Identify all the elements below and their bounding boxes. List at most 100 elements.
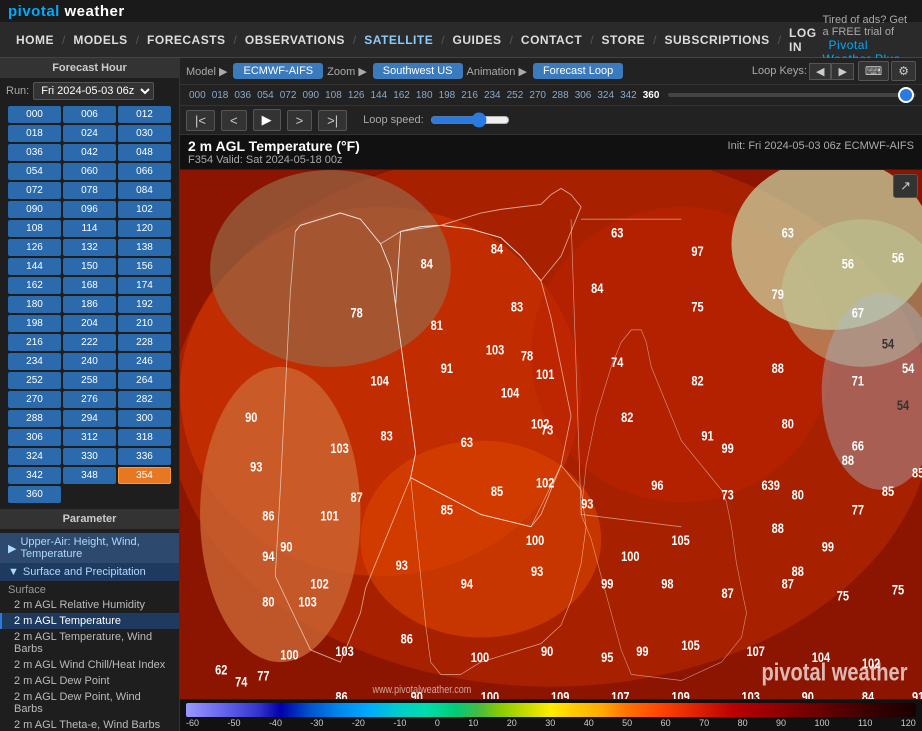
- hour-btn-246[interactable]: 246: [118, 353, 171, 370]
- hour-btn-090[interactable]: 090: [8, 201, 61, 218]
- nav-observations[interactable]: OBSERVATIONS: [239, 33, 351, 47]
- surface-precip-header[interactable]: ▼ Surface and Precipitation: [0, 563, 179, 581]
- anim-prev[interactable]: <: [221, 110, 247, 131]
- loop-key-next[interactable]: ▶: [831, 63, 853, 80]
- timeline-num-018[interactable]: 018: [209, 90, 232, 101]
- hour-btn-186[interactable]: 186: [63, 296, 116, 313]
- hour-btn-240[interactable]: 240: [63, 353, 116, 370]
- hour-btn-132[interactable]: 132: [63, 239, 116, 256]
- hour-btn-252[interactable]: 252: [8, 372, 61, 389]
- anim-next[interactable]: >: [287, 110, 313, 131]
- hour-btn-216[interactable]: 216: [8, 334, 61, 351]
- timeline-num-036[interactable]: 036: [231, 90, 254, 101]
- nav-contact[interactable]: CONTACT: [515, 33, 588, 47]
- timeline-num-234[interactable]: 234: [481, 90, 504, 101]
- param-dew-point[interactable]: 2 m AGL Dew Point: [0, 673, 179, 689]
- hour-btn-360[interactable]: 360: [8, 486, 61, 503]
- param-wind-chill[interactable]: 2 m AGL Wind Chill/Heat Index: [0, 657, 179, 673]
- loop-key-prev[interactable]: ◀: [809, 63, 831, 80]
- timeline-num-360[interactable]: 360: [640, 90, 663, 101]
- anim-play[interactable]: ▶: [253, 109, 281, 131]
- hour-btn-324[interactable]: 324: [8, 448, 61, 465]
- timeline-num-126[interactable]: 126: [345, 90, 368, 101]
- hour-btn-018[interactable]: 018: [8, 125, 61, 142]
- hour-btn-306[interactable]: 306: [8, 429, 61, 446]
- hour-btn-174[interactable]: 174: [118, 277, 171, 294]
- hour-btn-114[interactable]: 114: [63, 220, 116, 237]
- hour-btn-348[interactable]: 348: [63, 467, 116, 484]
- hour-btn-024[interactable]: 024: [63, 125, 116, 142]
- hour-btn-330[interactable]: 330: [63, 448, 116, 465]
- hour-btn-084[interactable]: 084: [118, 182, 171, 199]
- timeline-num-090[interactable]: 090: [299, 90, 322, 101]
- hour-btn-012[interactable]: 012: [118, 106, 171, 123]
- hour-btn-066[interactable]: 066: [118, 163, 171, 180]
- nav-models[interactable]: MODELS: [67, 33, 133, 47]
- hour-btn-048[interactable]: 048: [118, 144, 171, 161]
- param-temp-wind[interactable]: 2 m AGL Temperature, Wind Barbs: [0, 629, 179, 657]
- hour-btn-264[interactable]: 264: [118, 372, 171, 389]
- hour-btn-162[interactable]: 162: [8, 277, 61, 294]
- nav-satellite[interactable]: SATELLITE: [358, 33, 439, 47]
- hour-btn-126[interactable]: 126: [8, 239, 61, 256]
- upper-air-header[interactable]: ▶ Upper-Air: Height, Wind, Temperature: [0, 533, 179, 563]
- timeline-num-270[interactable]: 270: [526, 90, 549, 101]
- hour-btn-144[interactable]: 144: [8, 258, 61, 275]
- nav-home[interactable]: HOME: [10, 33, 60, 47]
- hour-btn-312[interactable]: 312: [63, 429, 116, 446]
- timeline-num-072[interactable]: 072: [277, 90, 300, 101]
- nav-subscriptions[interactable]: SUBSCRIPTIONS: [659, 33, 776, 47]
- anim-last[interactable]: >|: [318, 110, 347, 131]
- timeline-num-144[interactable]: 144: [368, 90, 391, 101]
- hour-btn-258[interactable]: 258: [63, 372, 116, 389]
- timeline-num-108[interactable]: 108: [322, 90, 345, 101]
- hour-btn-234[interactable]: 234: [8, 353, 61, 370]
- hour-btn-006[interactable]: 006: [63, 106, 116, 123]
- timeline-num-324[interactable]: 324: [594, 90, 617, 101]
- animation-button[interactable]: Forecast Loop: [533, 63, 623, 79]
- hour-btn-180[interactable]: 180: [8, 296, 61, 313]
- hour-btn-228[interactable]: 228: [118, 334, 171, 351]
- timeline-thumb[interactable]: [898, 87, 914, 103]
- hour-btn-060[interactable]: 060: [63, 163, 116, 180]
- hour-btn-000[interactable]: 000: [8, 106, 61, 123]
- hour-btn-276[interactable]: 276: [63, 391, 116, 408]
- hour-btn-198[interactable]: 198: [8, 315, 61, 332]
- hour-btn-336[interactable]: 336: [118, 448, 171, 465]
- hour-btn-192[interactable]: 192: [118, 296, 171, 313]
- timeline-num-180[interactable]: 180: [413, 90, 436, 101]
- param-rel-humidity[interactable]: 2 m AGL Relative Humidity: [0, 597, 179, 613]
- timeline-num-000[interactable]: 000: [186, 90, 209, 101]
- timeline-num-162[interactable]: 162: [390, 90, 413, 101]
- timeline-num-216[interactable]: 216: [458, 90, 481, 101]
- timeline-num-306[interactable]: 306: [572, 90, 595, 101]
- hour-btn-096[interactable]: 096: [63, 201, 116, 218]
- hour-btn-294[interactable]: 294: [63, 410, 116, 427]
- share-button[interactable]: ↗: [893, 174, 918, 198]
- hour-btn-354[interactable]: 354: [118, 467, 171, 484]
- hour-btn-210[interactable]: 210: [118, 315, 171, 332]
- param-theta-e[interactable]: 2 m AGL Theta-e, Wind Barbs: [0, 717, 179, 731]
- timeline-num-198[interactable]: 198: [436, 90, 459, 101]
- hour-btn-342[interactable]: 342: [8, 467, 61, 484]
- hour-btn-078[interactable]: 078: [63, 182, 116, 199]
- nav-guides[interactable]: GUIDES: [447, 33, 508, 47]
- timeline-num-054[interactable]: 054: [254, 90, 277, 101]
- hour-btn-102[interactable]: 102: [118, 201, 171, 218]
- nav-forecasts[interactable]: FORECASTS: [141, 33, 232, 47]
- hour-btn-270[interactable]: 270: [8, 391, 61, 408]
- hour-btn-138[interactable]: 138: [118, 239, 171, 256]
- hour-btn-072[interactable]: 072: [8, 182, 61, 199]
- hour-btn-288[interactable]: 288: [8, 410, 61, 427]
- settings-button[interactable]: ⚙: [891, 61, 916, 81]
- timeline-num-342[interactable]: 342: [617, 90, 640, 101]
- param-temperature[interactable]: 2 m AGL Temperature: [0, 613, 179, 629]
- param-dew-wind[interactable]: 2 m AGL Dew Point, Wind Barbs: [0, 689, 179, 717]
- anim-first[interactable]: |<: [186, 110, 215, 131]
- hour-btn-054[interactable]: 054: [8, 163, 61, 180]
- timeline-num-252[interactable]: 252: [504, 90, 527, 101]
- timeline-slider[interactable]: [668, 87, 916, 103]
- zoom-button[interactable]: Southwest US: [373, 63, 463, 79]
- hour-btn-030[interactable]: 030: [118, 125, 171, 142]
- model-button[interactable]: ECMWF-AIFS: [233, 63, 323, 79]
